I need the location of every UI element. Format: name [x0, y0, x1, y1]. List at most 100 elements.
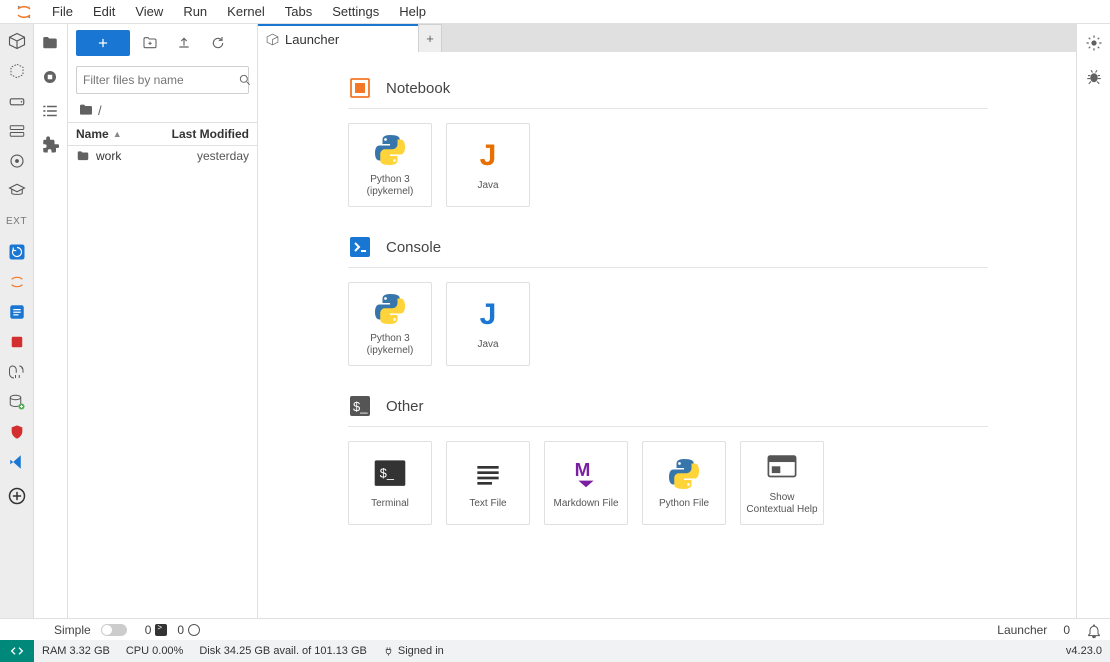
- shield-icon[interactable]: [6, 421, 28, 443]
- section-console: Console Python 3 (ipykernel) J Java: [348, 235, 988, 366]
- section-other: $_ Other $_ Terminal Text File: [348, 394, 988, 525]
- tab-launcher[interactable]: Launcher: [258, 24, 418, 52]
- refresh-icon[interactable]: [210, 35, 226, 51]
- card-markdown[interactable]: M Markdown File: [544, 441, 628, 525]
- menu-run[interactable]: Run: [173, 0, 217, 24]
- card-console-python3[interactable]: Python 3 (ipykernel): [348, 282, 432, 366]
- kernel-status-icon: [188, 624, 200, 636]
- status-launcher-label[interactable]: Launcher: [997, 623, 1047, 637]
- col-modified-header[interactable]: Last Modified: [164, 123, 257, 145]
- markdown-icon: M: [568, 456, 604, 492]
- card-notebook-java[interactable]: J Java: [446, 123, 530, 207]
- footer-signed[interactable]: Signed in: [375, 645, 452, 657]
- footer-bar: RAM 3.32 GB CPU 0.00% Disk 34.25 GB avai…: [0, 640, 1110, 662]
- add-circle-icon[interactable]: [6, 485, 28, 507]
- bell-icon[interactable]: [1086, 623, 1100, 637]
- remote-indicator[interactable]: [0, 640, 34, 662]
- menu-settings[interactable]: Settings: [322, 0, 389, 24]
- breadcrumb[interactable]: /: [68, 98, 257, 122]
- textfile-icon: [470, 456, 506, 492]
- file-browser: / Name ▲ Last Modified work yesterday: [68, 24, 258, 618]
- new-tab-button[interactable]: +: [418, 24, 442, 52]
- section-title: Other: [386, 398, 424, 415]
- education-icon[interactable]: [6, 180, 28, 202]
- folder-icon: [76, 149, 90, 163]
- doc-icon[interactable]: [6, 301, 28, 323]
- card-contextual-help[interactable]: Show Contextual Help: [740, 441, 824, 525]
- menu-tabs[interactable]: Tabs: [275, 0, 322, 24]
- simple-toggle[interactable]: [101, 624, 127, 636]
- footer-disk[interactable]: Disk 34.25 GB avail. of 101.13 GB: [191, 645, 375, 657]
- property-inspector-icon[interactable]: [1085, 34, 1103, 52]
- storage-icon[interactable]: [6, 120, 28, 142]
- target-icon[interactable]: [6, 150, 28, 172]
- menu-edit[interactable]: Edit: [83, 0, 125, 24]
- activity-bar: EXT: [0, 24, 34, 618]
- new-launcher-button[interactable]: [76, 30, 130, 56]
- card-pythonfile[interactable]: Python File: [642, 441, 726, 525]
- elephant-icon[interactable]: [6, 361, 28, 383]
- card-label: Java: [477, 339, 498, 351]
- card-label: Python 3 (ipykernel): [353, 333, 427, 357]
- extensions-tab-icon[interactable]: [41, 136, 61, 156]
- terminal-status-icon: [155, 624, 167, 636]
- refresh-square-icon[interactable]: [6, 241, 28, 263]
- database-add-icon[interactable]: [6, 391, 28, 413]
- footer-version[interactable]: v4.23.0: [1058, 645, 1110, 657]
- python-icon: [372, 132, 408, 168]
- jupyter-ext-icon[interactable]: [6, 271, 28, 293]
- help-panel-icon: [764, 450, 800, 486]
- menu-file[interactable]: File: [42, 0, 83, 24]
- search-icon: [238, 73, 252, 87]
- plug-icon: [383, 646, 394, 657]
- footer-ram[interactable]: RAM 3.32 GB: [34, 645, 118, 657]
- col-name-header[interactable]: Name ▲: [68, 123, 164, 145]
- cube-outline-icon[interactable]: [6, 60, 28, 82]
- section-title: Console: [386, 239, 441, 256]
- file-modified: yesterday: [197, 149, 249, 163]
- right-sidebar: [1076, 24, 1110, 618]
- debugger-icon[interactable]: [1085, 68, 1103, 86]
- kernels-count[interactable]: 0: [177, 623, 200, 637]
- upload-icon[interactable]: [176, 35, 192, 51]
- launcher-tab-icon: [266, 33, 279, 46]
- file-row[interactable]: work yesterday: [68, 146, 257, 166]
- python-icon: [372, 291, 408, 327]
- menu-view[interactable]: View: [125, 0, 173, 24]
- box-icon[interactable]: [6, 30, 28, 52]
- launcher-panel: Notebook Python 3 (ipykernel) J Java: [258, 52, 1076, 618]
- card-console-java[interactable]: J Java: [446, 282, 530, 366]
- svg-text:$_: $_: [380, 465, 395, 480]
- card-label: Text File: [469, 498, 506, 510]
- file-filter-input[interactable]: [83, 73, 238, 87]
- menu-kernel[interactable]: Kernel: [217, 0, 275, 24]
- console-section-icon: [348, 235, 372, 259]
- file-list-header: Name ▲ Last Modified: [68, 122, 257, 146]
- card-textfile[interactable]: Text File: [446, 441, 530, 525]
- new-folder-icon[interactable]: [142, 35, 158, 51]
- toc-tab-icon[interactable]: [41, 102, 61, 122]
- terminals-count[interactable]: 0: [145, 623, 168, 637]
- svg-text:$_: $_: [353, 399, 368, 414]
- breadcrumb-path: /: [98, 103, 102, 118]
- ext-label: EXT: [6, 216, 27, 227]
- file-filter[interactable]: [76, 66, 249, 94]
- drive-icon[interactable]: [6, 90, 28, 112]
- running-tab-icon[interactable]: [41, 68, 61, 88]
- other-section-icon: $_: [348, 394, 372, 418]
- pdf-icon[interactable]: [6, 331, 28, 353]
- file-name: work: [96, 149, 121, 163]
- card-terminal[interactable]: $_ Terminal: [348, 441, 432, 525]
- card-label: Terminal: [371, 498, 409, 510]
- vscode-icon[interactable]: [6, 451, 28, 473]
- svg-text:M: M: [575, 460, 591, 481]
- menu-bar: File Edit View Run Kernel Tabs Settings …: [0, 0, 1110, 24]
- card-notebook-python3[interactable]: Python 3 (ipykernel): [348, 123, 432, 207]
- sort-asc-icon: ▲: [113, 129, 122, 139]
- folder-tab-icon[interactable]: [41, 34, 61, 54]
- menu-help[interactable]: Help: [389, 0, 436, 24]
- status-launcher-count: 0: [1063, 623, 1070, 637]
- footer-cpu[interactable]: CPU 0.00%: [118, 645, 191, 657]
- simple-label: Simple: [54, 623, 91, 637]
- python-icon: [666, 456, 702, 492]
